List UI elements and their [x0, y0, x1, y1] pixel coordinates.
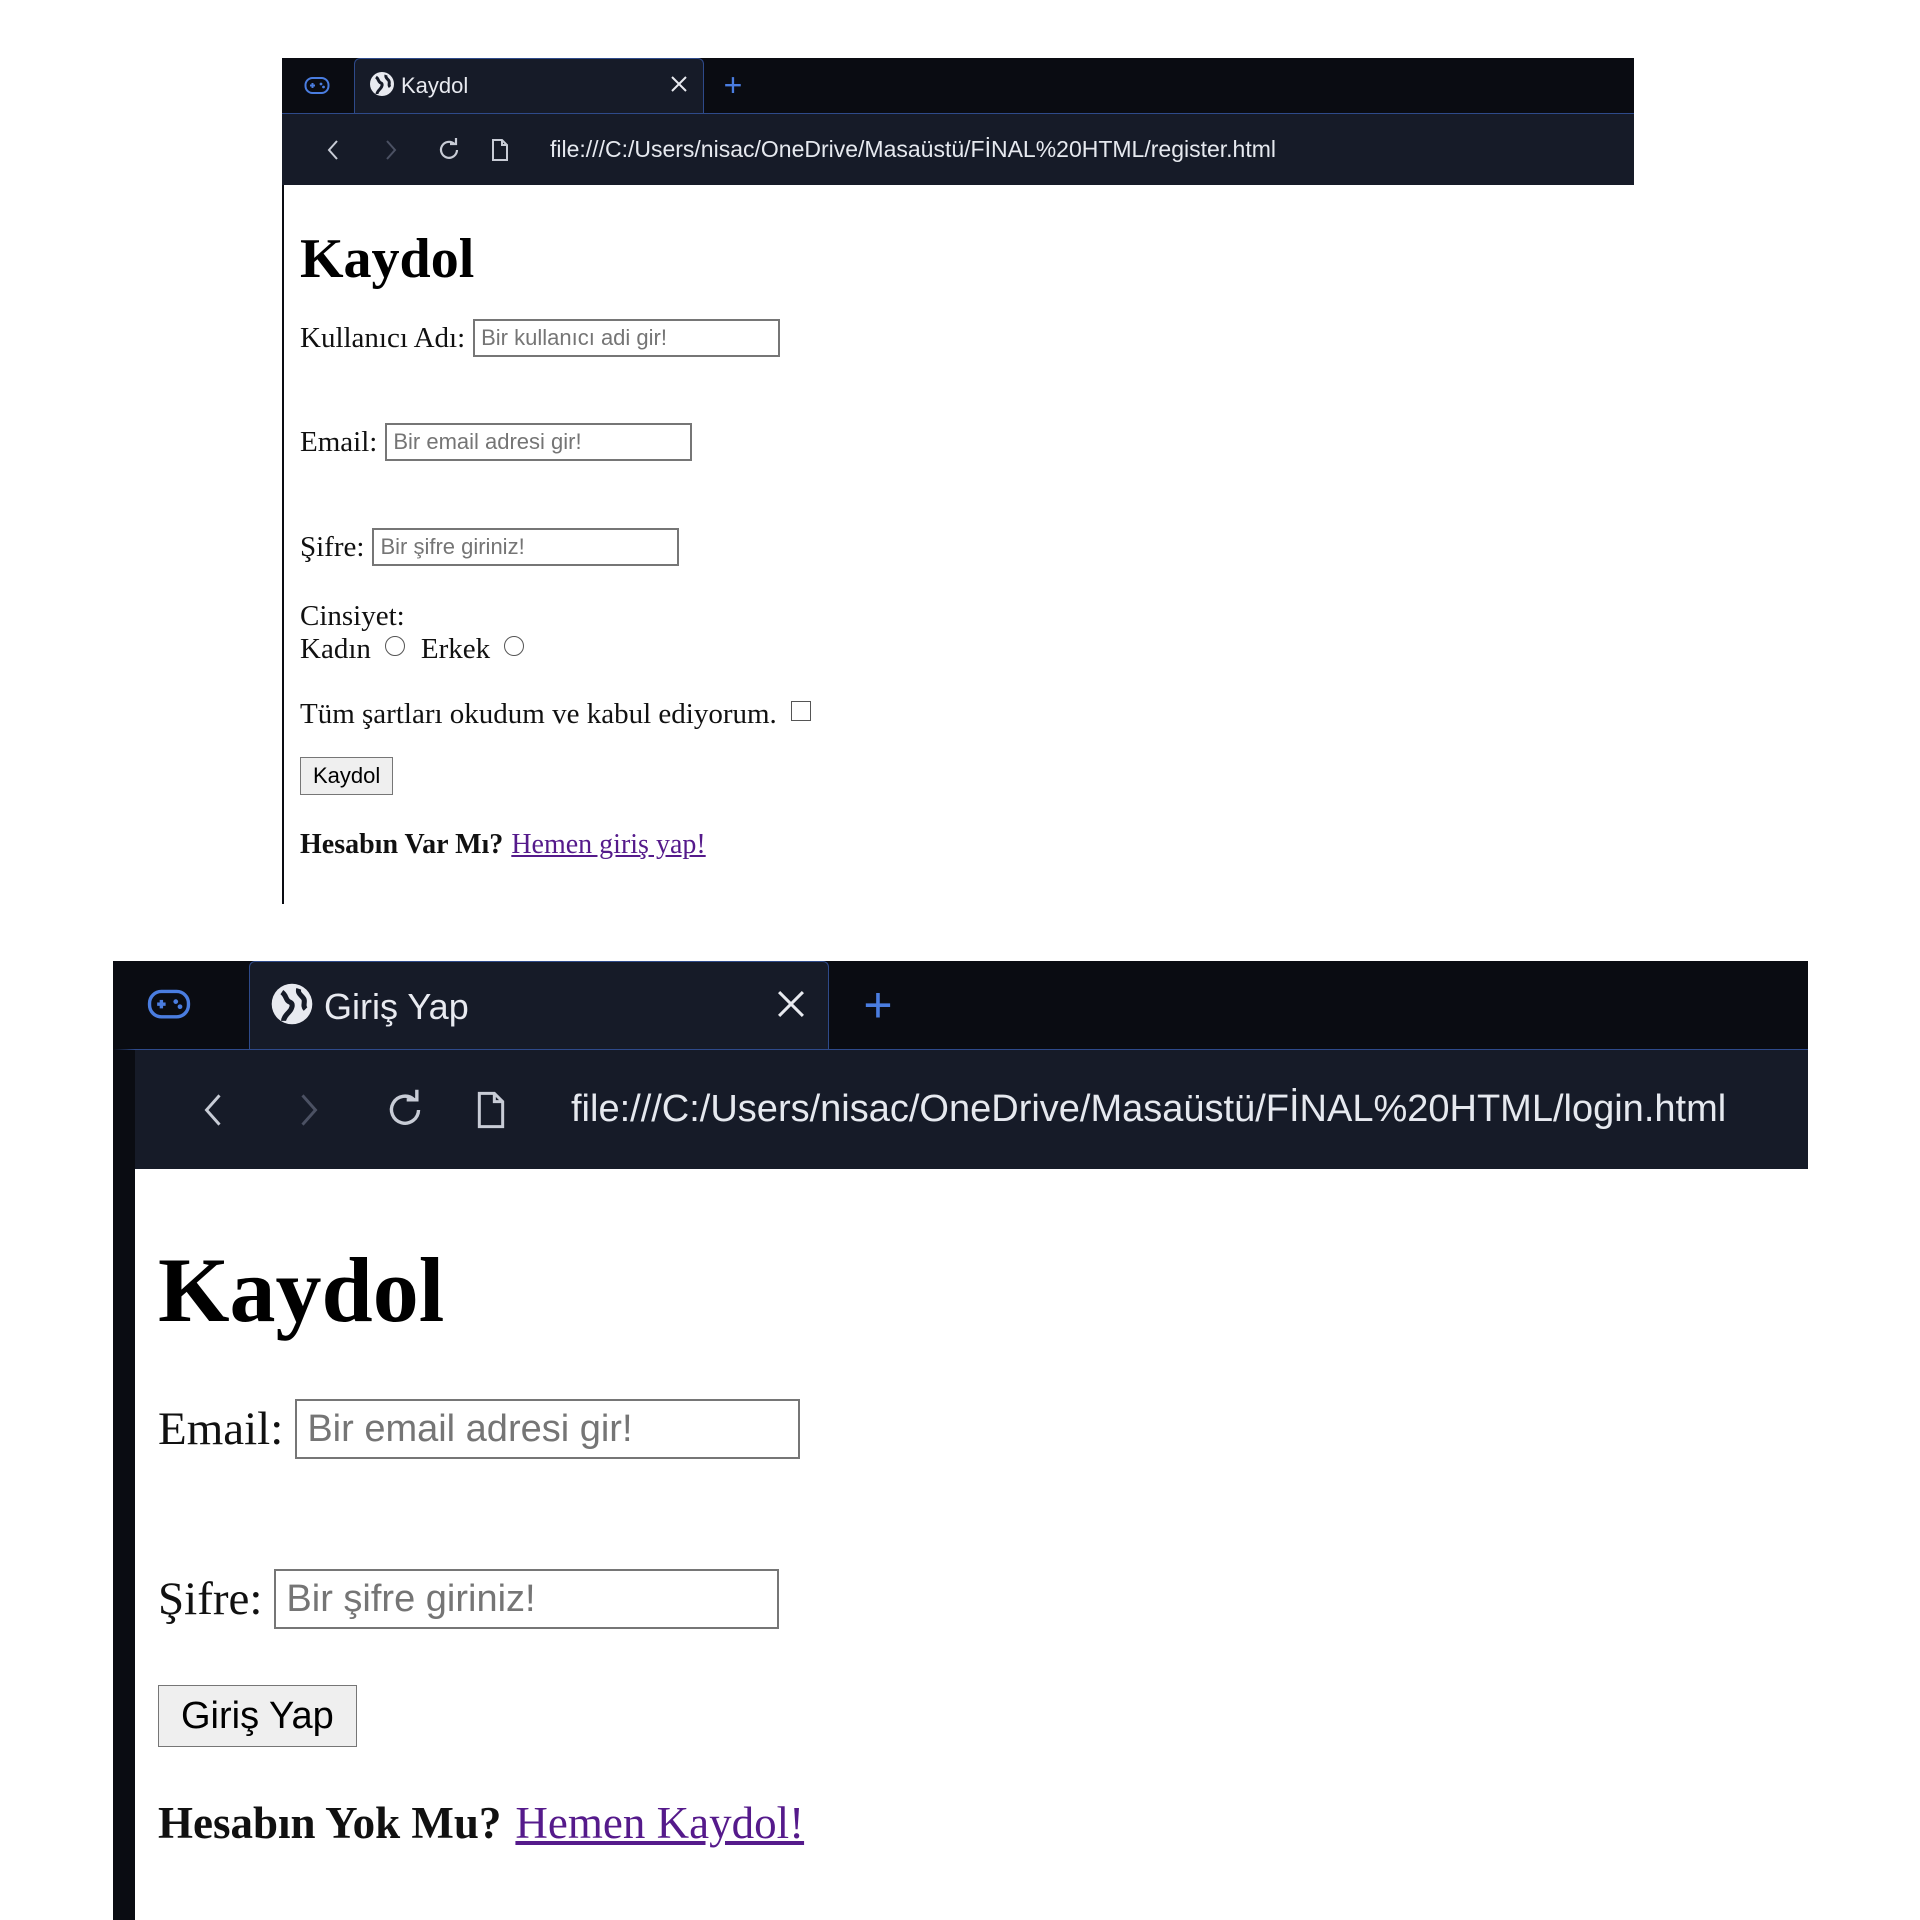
male-label: Erkek: [420, 633, 491, 665]
password-input[interactable]: Bir şifre giriniz!: [372, 528, 680, 566]
username-label: Kullanıcı Adı:: [300, 321, 466, 354]
reload-button[interactable]: [357, 1060, 453, 1160]
page-info-icon[interactable]: [453, 1060, 529, 1160]
tab-strip: Giriş Yap +: [113, 961, 1808, 1051]
browser-toolbar: file:///C:/Users/nisac/OneDrive/Masaüstü…: [113, 1049, 1808, 1169]
forward-button[interactable]: [261, 1060, 357, 1160]
gender-label: Cinsiyet:: [300, 600, 405, 632]
gamepad-icon[interactable]: [113, 961, 225, 1049]
email-label: Email:: [300, 425, 378, 458]
browser-toolbar: file:///C:/Users/nisac/OneDrive/Masaüstü…: [282, 113, 1634, 185]
close-tab-icon[interactable]: [669, 74, 689, 99]
female-radio[interactable]: [384, 635, 405, 656]
forward-button[interactable]: [362, 120, 420, 180]
back-button[interactable]: [165, 1060, 261, 1160]
footer-text: Hesabın Var Mı?: [300, 829, 504, 860]
globe-icon: [369, 71, 395, 102]
email-label: Email:: [158, 1403, 284, 1455]
tab-register[interactable]: Kaydol: [354, 58, 704, 113]
gamepad-icon[interactable]: [282, 58, 352, 113]
register-page: Kaydol Kullanıcı Adı: Bir kullanıcı adi …: [282, 185, 1634, 904]
page-info-icon[interactable]: [478, 120, 522, 180]
reload-button[interactable]: [420, 120, 478, 180]
email-input[interactable]: Bir email adresi gir!: [295, 1399, 801, 1459]
username-input[interactable]: Bir kullanıcı adi gir!: [473, 319, 781, 357]
tab-strip: Kaydol +: [282, 58, 1634, 113]
male-radio[interactable]: [504, 635, 525, 656]
back-button[interactable]: [304, 120, 362, 180]
page-title: Kaydol: [158, 1239, 445, 1341]
new-tab-button[interactable]: +: [843, 961, 913, 1049]
login-browser-window: Giriş Yap + file:///C:/Users/nisac/OneDr…: [113, 961, 1808, 1920]
register-button[interactable]: Kaydol: [300, 757, 394, 795]
password-label: Şifre:: [158, 1573, 263, 1625]
footer-text: Hesabın Yok Mu?: [158, 1798, 502, 1848]
new-tab-button[interactable]: +: [710, 58, 756, 113]
tab-title: Kaydol: [401, 73, 469, 98]
terms-checkbox[interactable]: [790, 700, 811, 721]
login-link[interactable]: Hemen giriş yap!: [511, 829, 705, 861]
address-bar[interactable]: file:///C:/Users/nisac/OneDrive/Masaüstü…: [550, 136, 1276, 163]
register-link[interactable]: Hemen Kaydol!: [515, 1797, 804, 1849]
close-tab-icon[interactable]: [774, 987, 808, 1026]
page-title: Kaydol: [300, 228, 475, 290]
password-input[interactable]: Bir şifre giriniz!: [274, 1569, 780, 1629]
login-page: Kaydol Email: Bir email adresi gir! Şifr…: [113, 1169, 1808, 1920]
tab-login[interactable]: Giriş Yap: [249, 961, 829, 1051]
password-label: Şifre:: [300, 530, 365, 563]
address-bar[interactable]: file:///C:/Users/nisac/OneDrive/Masaüstü…: [571, 1088, 1726, 1131]
email-input[interactable]: Bir email adresi gir!: [385, 423, 693, 461]
female-label: Kadın: [300, 633, 371, 665]
terms-label: Tüm şartları okudum ve kabul ediyorum.: [300, 698, 777, 730]
login-button[interactable]: Giriş Yap: [158, 1685, 357, 1747]
tab-title: Giriş Yap: [324, 985, 469, 1027]
register-browser-window: Kaydol + file:///C:/Users/nisac/OneDrive…: [282, 58, 1634, 904]
globe-icon: [270, 982, 314, 1031]
